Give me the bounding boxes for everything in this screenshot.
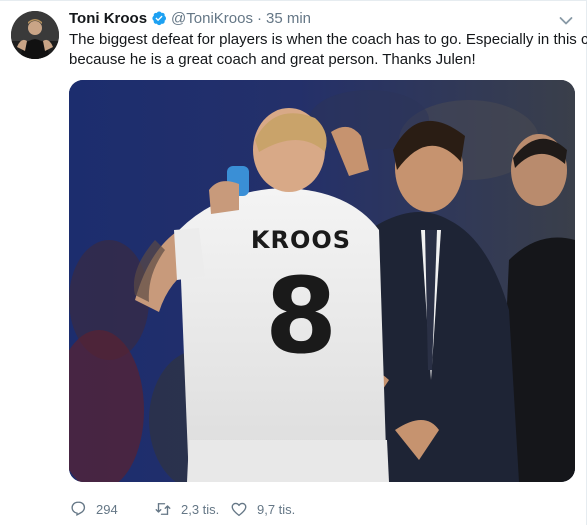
tweet-photo[interactable]: KROOS 8 [69,80,575,482]
shirt-name: KROOS [251,226,351,254]
divider [0,0,587,1]
retweet-count: 2,3 tis. [181,501,220,517]
shirt-number: 8 [265,255,337,377]
tweet-actions: 294 2,3 tis. 9,7 tis. [69,497,310,521]
tweet-text: The biggest defeat for players is when t… [69,30,587,70]
author-handle[interactable]: @ToniKroos [171,10,253,27]
separator-dot: · [256,9,262,27]
heart-icon [231,502,247,517]
retweet-icon [155,503,171,515]
retweet-button[interactable]: 2,3 tis. [154,500,230,518]
tweet-header: Toni Kroos @ToniKroos · 35 min [69,8,311,28]
tweet-timestamp[interactable]: 35 min [266,10,311,27]
reply-count: 294 [96,501,118,517]
tweet-text-line: because he is a great coach and great pe… [69,51,476,68]
tweet-text-line: The biggest defeat for players is when t… [69,31,587,48]
avatar[interactable] [11,11,59,59]
chevron-down-icon[interactable] [559,13,573,25]
like-count: 9,7 tis. [257,501,296,517]
reply-button[interactable]: 294 [69,500,154,518]
author-name[interactable]: Toni Kroos [69,10,147,27]
reply-icon [71,501,86,516]
tweet-card[interactable]: Toni Kroos @ToniKroos · 35 min The bigge… [0,0,587,525]
verified-badge-icon [151,10,167,26]
like-button[interactable]: 9,7 tis. [230,500,310,518]
